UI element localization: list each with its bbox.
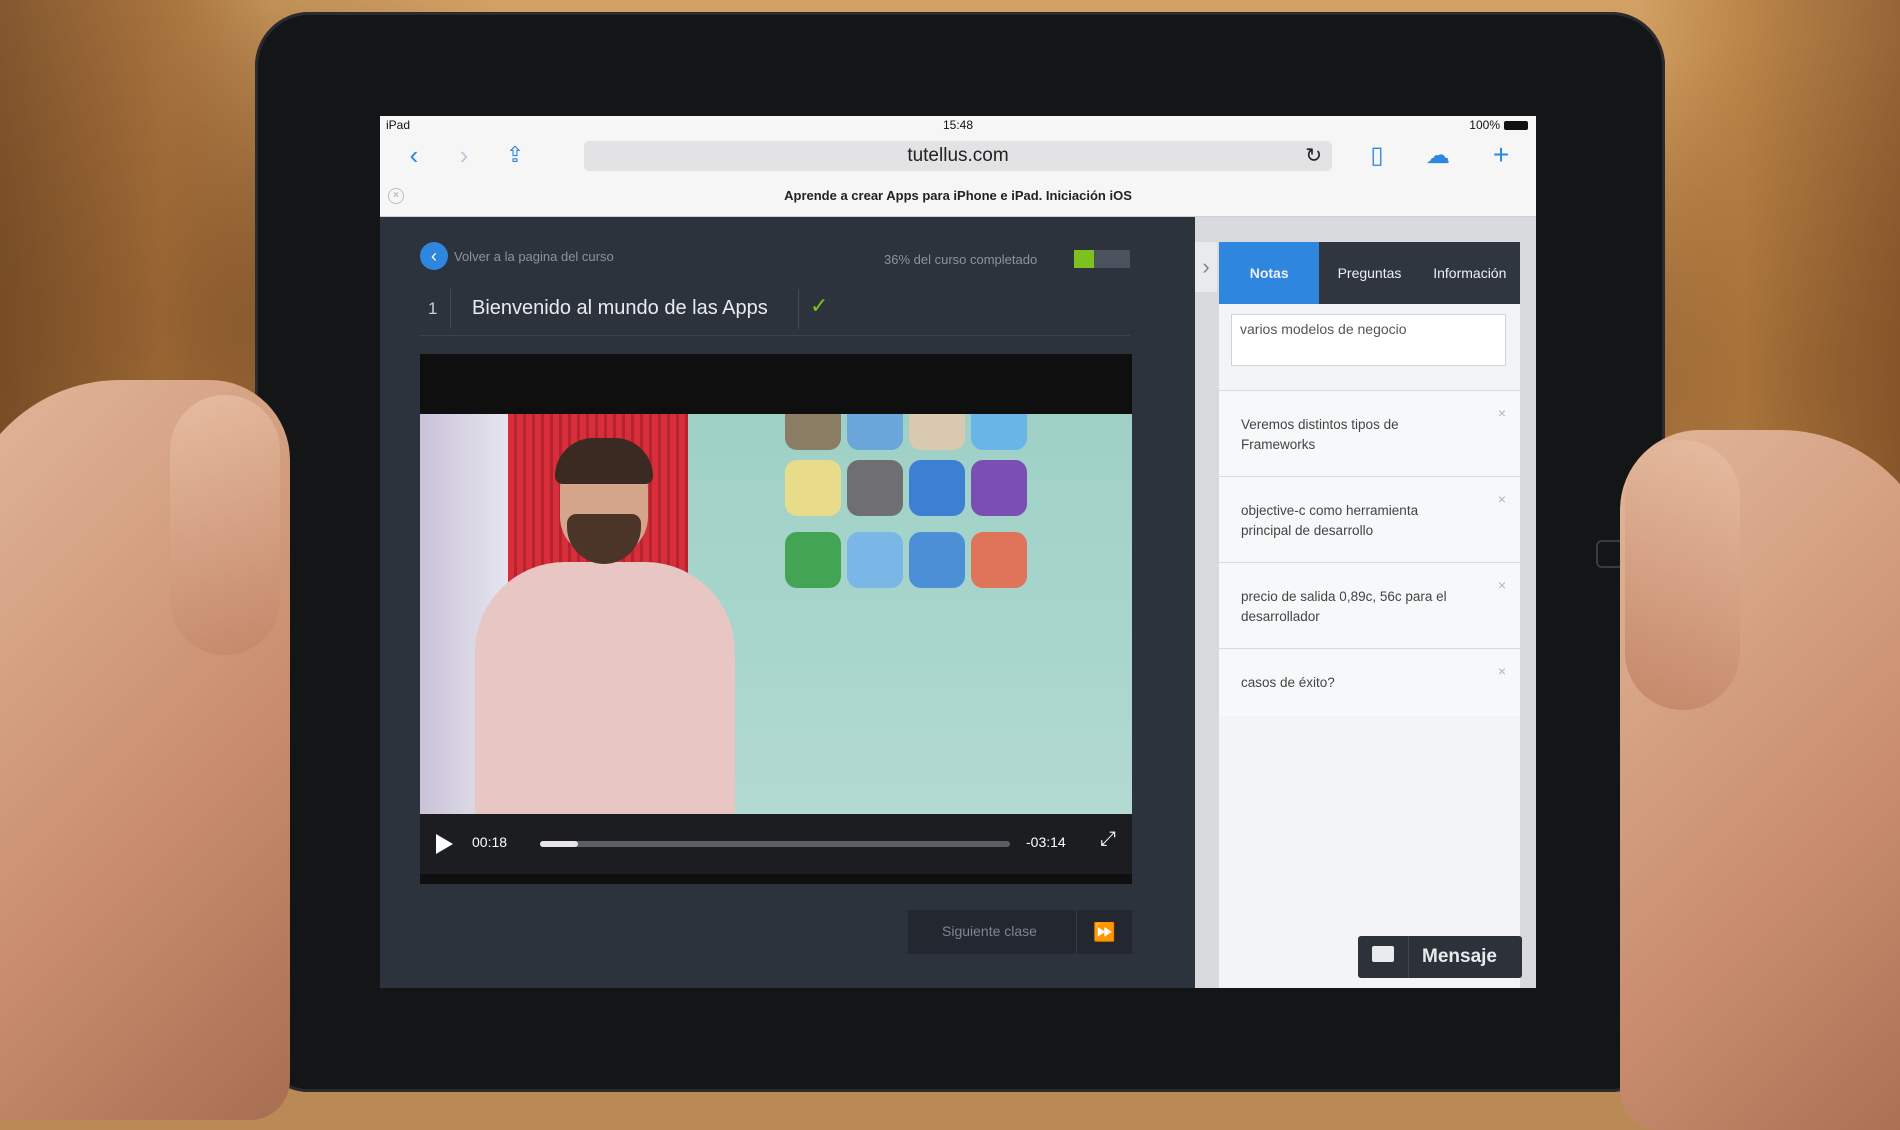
left-thumb [170, 395, 280, 655]
lesson-header: 1 Bienvenido al mundo de las Apps ✓ [420, 285, 1130, 336]
note-item[interactable]: casos de éxito? × [1219, 648, 1520, 716]
delete-note-icon[interactable]: × [1498, 661, 1506, 681]
lesson-title: Bienvenido al mundo de las Apps [472, 297, 768, 319]
play-icon[interactable] [436, 834, 453, 854]
wall-icon [847, 460, 903, 516]
note-text: Veremos distintos tipos de Frameworks [1241, 417, 1399, 452]
right-thumb [1625, 440, 1740, 710]
wall-icon [847, 414, 903, 450]
battery-status: 100% [1469, 118, 1528, 132]
message-label: Mensaje [1422, 946, 1497, 967]
course-progress-text: 36% del curso completado [884, 252, 1038, 267]
bookmarks-icon[interactable]: ▯ [1362, 142, 1392, 169]
next-class-label: Siguiente clase [942, 923, 1037, 939]
envelope-icon [1372, 946, 1394, 962]
note-item[interactable]: objective-c como herramienta principal d… [1219, 476, 1520, 562]
course-progress-bar [1074, 250, 1130, 268]
collapse-sidebar-icon[interactable]: › [1195, 242, 1217, 292]
back-to-course-label: Volver a la pagina del curso [454, 248, 614, 264]
fullscreen-icon[interactable]: ⤢ [1100, 828, 1116, 851]
browser-toolbar: ‹ › ⇪ tutellus.com ↻ ▯ ☁ + [380, 134, 1536, 176]
tab-preguntas[interactable]: Preguntas [1319, 242, 1419, 304]
page-title: Aprende a crear Apps para iPhone e iPad.… [784, 188, 1132, 203]
wall-icon [909, 532, 965, 588]
course-player-area: ‹ Volver a la pagina del curso 36% del c… [380, 217, 1195, 988]
wall-icon [785, 532, 841, 588]
note-item[interactable]: precio de salida 0,89c, 56c para el desa… [1219, 562, 1520, 648]
notes-list: Veremos distintos tipos de Frameworks × … [1219, 390, 1520, 716]
video-frame [420, 414, 1132, 814]
cloud-icon[interactable]: ☁ [1418, 142, 1458, 169]
back-arrow-icon: ‹ [420, 242, 448, 270]
wall-icon [971, 532, 1027, 588]
fast-forward-icon: ⏩ [1093, 922, 1116, 942]
wall-icon [785, 414, 841, 450]
elapsed-time: 00:18 [472, 834, 508, 850]
video-scrubber-fill [540, 841, 578, 847]
note-text: casos de éxito? [1241, 675, 1335, 690]
video-controls: 00:18 -03:14 ⤢ [420, 814, 1132, 874]
clock: 15:48 [942, 118, 974, 132]
lesson-number: 1 [428, 299, 438, 318]
course-progress-fill [1074, 250, 1095, 268]
ipad-screen: iPad 15:48 100% ‹ › ⇪ tutellus.com ↻ ▯ ☁… [380, 116, 1536, 988]
delete-note-icon[interactable]: × [1498, 575, 1506, 595]
forward-icon[interactable]: › [454, 140, 474, 170]
divider [450, 289, 451, 329]
divider [1076, 910, 1077, 954]
tab-notas[interactable]: Notas [1219, 242, 1320, 304]
delete-note-icon[interactable]: × [1498, 489, 1506, 509]
note-input[interactable]: varios modelos de negocio [1231, 314, 1506, 366]
wall-icon [785, 460, 841, 516]
notes-sidebar: › Notas Preguntas Información varios mod… [1195, 217, 1536, 988]
note-text: objective-c como herramienta principal d… [1241, 503, 1419, 538]
address-bar[interactable]: tutellus.com ↻ [584, 141, 1332, 171]
back-icon[interactable]: ‹ [404, 140, 424, 170]
wall-icon [971, 414, 1027, 450]
remaining-time: -03:14 [1026, 834, 1066, 850]
url-text: tutellus.com [907, 145, 1009, 166]
video-player[interactable]: 00:18 -03:14 ⤢ [420, 354, 1132, 884]
delete-note-icon[interactable]: × [1498, 403, 1506, 423]
note-item[interactable]: Veremos distintos tipos de Frameworks × [1219, 390, 1520, 476]
battery-percent: 100% [1469, 118, 1500, 132]
wall-icon [847, 532, 903, 588]
tab-informacion[interactable]: Información [1420, 242, 1520, 304]
battery-icon [1504, 120, 1528, 130]
divider [1408, 936, 1409, 978]
reload-icon[interactable]: ↻ [1305, 141, 1322, 171]
new-tab-icon[interactable]: + [1488, 139, 1514, 170]
back-to-course-link[interactable]: ‹ Volver a la pagina del curso [420, 242, 614, 270]
video-presenter [455, 438, 755, 814]
status-bar: iPad 15:48 100% [380, 116, 1536, 134]
wall-icon [909, 414, 965, 450]
notes-panel: varios modelos de negocio Veremos distin… [1219, 304, 1520, 988]
completed-check-icon: ✓ [810, 293, 829, 318]
wall-icon [971, 460, 1027, 516]
divider [798, 289, 799, 329]
video-scrubber[interactable] [540, 841, 1010, 847]
close-tab-icon[interactable]: × [388, 188, 404, 204]
message-button[interactable]: Mensaje [1358, 936, 1522, 978]
share-icon[interactable]: ⇪ [502, 142, 528, 168]
sidebar-tabs: Notas Preguntas Información [1219, 242, 1520, 304]
note-text: precio de salida 0,89c, 56c para el desa… [1241, 589, 1447, 624]
wall-icon [909, 460, 965, 516]
page-title-bar: × Aprende a crear Apps para iPhone e iPa… [380, 176, 1536, 217]
next-class-button[interactable]: Siguiente clase ⏩ [908, 910, 1132, 954]
